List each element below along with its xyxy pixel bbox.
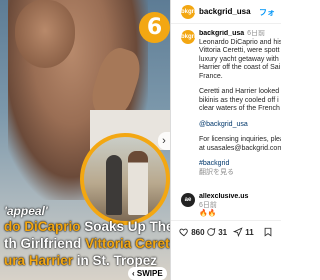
- caption-line: Ceretti and Harrier looked: [199, 88, 280, 95]
- caption-line: bikinis as they cooled off i: [199, 96, 279, 104]
- save-button[interactable]: [263, 227, 273, 237]
- share-button[interactable]: 11: [232, 227, 254, 238]
- caption-mention-link[interactable]: @backgrid_usa: [199, 121, 281, 130]
- like-button[interactable]: 860: [179, 227, 205, 237]
- headline-text: 'appeal': [4, 204, 48, 218]
- comment-time: 6日前: [199, 201, 217, 209]
- post-caption: backgrid_usa 6日前 Leonardo DiCaprio and hi…: [199, 30, 281, 177]
- heart-icon: [179, 228, 188, 237]
- caption-line: at usasales@backgrid.com: [199, 144, 281, 152]
- commenter-avatar[interactable]: ae: [181, 193, 195, 207]
- headline-highlight: do DiCaprio: [4, 219, 81, 234]
- comment-text: 🔥🔥: [199, 210, 217, 217]
- post-details-panel: bkgrid backgrid_usa フォ bkgrid backgrid_u…: [170, 0, 281, 280]
- next-slide-arrow-icon[interactable]: ›: [158, 132, 170, 150]
- see-translation-link[interactable]: 翻訳を見る: [199, 169, 281, 178]
- comment-count: 31: [218, 228, 228, 237]
- photo-subject-head: [15, 0, 75, 68]
- caption-line: France.: [199, 72, 223, 80]
- post-header: bkgrid backgrid_usa フォ: [171, 0, 281, 24]
- follow-button[interactable]: フォ: [259, 7, 275, 18]
- caption-username[interactable]: backgrid_usa: [199, 30, 244, 37]
- comment-button[interactable]: 31: [206, 227, 227, 237]
- share-icon: [232, 227, 243, 238]
- caption-line: Harrier off the coast of Sai: [199, 64, 281, 71]
- headline-line-3: th Girlfriend Vittoria Ceretti: [4, 235, 170, 253]
- caption-hashtag-link[interactable]: #backgrid: [199, 160, 281, 169]
- comment: allexclusive.us 6日前 🔥🔥: [199, 193, 281, 219]
- caption-line: Vittoria Ceretti, were spott: [199, 47, 280, 54]
- post-image[interactable]: 6 › 'appeal' do DiCaprio Soaks Up The th…: [0, 0, 170, 280]
- caption-line: For licensing inquiries, plea: [199, 136, 281, 143]
- caption-line: Leonardo DiCaprio and his: [199, 38, 281, 46]
- caption-time: 6日前: [247, 30, 266, 37]
- headline-text: Soaks Up The: [80, 219, 170, 234]
- bookmark-icon: [264, 227, 272, 237]
- caption-line: clear waters of the French: [199, 105, 280, 112]
- author-avatar[interactable]: bkgrid: [181, 5, 199, 19]
- commenter-username[interactable]: allexclusive.us: [199, 193, 248, 200]
- caption-line: luxury yacht getaway with: [199, 55, 279, 63]
- comment-icon: [207, 227, 216, 236]
- share-count: 11: [245, 228, 254, 237]
- headline-highlight: ura Harrier: [4, 253, 74, 268]
- swipe-indicator: ‹ SWIPE: [128, 267, 167, 280]
- backgrid-logo-badge: 6: [139, 12, 170, 43]
- headline-line-2: do DiCaprio Soaks Up The: [4, 218, 170, 236]
- like-count: 860: [191, 228, 205, 237]
- caption-avatar[interactable]: bkgrid: [181, 30, 199, 44]
- headline-text: th Girlfriend: [4, 236, 85, 251]
- action-bar: 860 31 11: [171, 220, 281, 240]
- author-username[interactable]: backgrid_usa: [199, 7, 251, 16]
- headline-highlight: Vittoria Ceretti: [85, 236, 170, 251]
- headline-text: in St. Tropez: [73, 253, 158, 268]
